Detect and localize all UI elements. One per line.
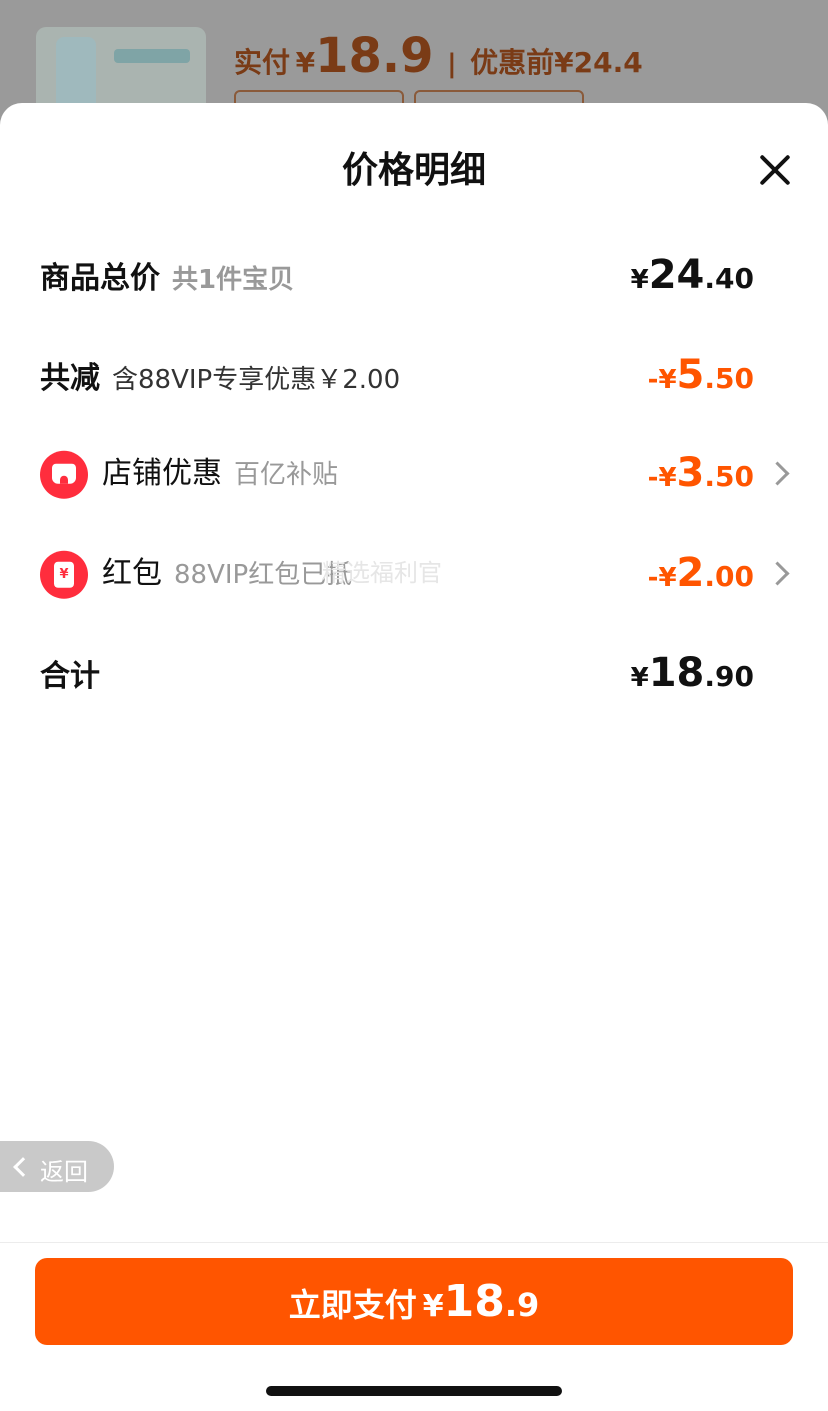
row-shop-discount[interactable]: 店铺优惠 百亿补贴 -¥3.50 xyxy=(40,443,790,503)
divider xyxy=(0,1242,828,1243)
red-packet-label: 红包 xyxy=(102,555,162,591)
discount-amount: -¥5.50 xyxy=(647,352,754,398)
shop-discount-amount: -¥3.50 xyxy=(647,450,754,496)
vip-discount-note: 含88VIP专享优惠￥2.00 xyxy=(112,365,401,395)
pay-now-button[interactable]: 立即支付 ¥18.9 xyxy=(35,1258,793,1345)
back-button[interactable]: 返回 xyxy=(0,1141,114,1192)
shop-icon xyxy=(40,450,88,499)
sheet-title: 价格明细 xyxy=(341,150,486,191)
red-packet-icon: ¥ xyxy=(40,550,88,599)
shop-discount-label: 店铺优惠 xyxy=(102,455,222,491)
background-price: 实付 ¥18.9 | 优惠前¥24.4 xyxy=(234,28,643,84)
chevron-right-icon xyxy=(765,461,790,486)
sum-amount: ¥18.90 xyxy=(630,650,754,696)
discount-label: 共减 xyxy=(40,361,100,396)
chevron-left-icon xyxy=(13,1157,33,1177)
row-sum: 合计 ¥18.90 xyxy=(40,643,790,703)
chevron-right-icon xyxy=(765,561,790,586)
home-indicator[interactable] xyxy=(266,1386,562,1396)
sum-label: 合计 xyxy=(40,659,100,694)
goods-count: 共1件宝贝 xyxy=(172,265,295,295)
price-detail-sheet: 价格明细 商品总价 共1件宝贝 ¥24.40 共减 含88VIP专享优惠￥2.00 … xyxy=(0,103,828,1411)
row-goods-total: 商品总价 共1件宝贝 ¥24.40 xyxy=(40,245,790,305)
row-total-discount: 共减 含88VIP专享优惠￥2.00 -¥5.50 xyxy=(40,345,790,405)
watermark-text: 精选福利官 xyxy=(322,559,442,587)
close-icon[interactable] xyxy=(758,153,792,187)
back-label: 返回 xyxy=(40,1158,88,1186)
red-packet-amount: -¥2.00 xyxy=(647,550,754,596)
shop-discount-note: 百亿补贴 xyxy=(234,459,339,490)
goods-total-label: 商品总价 xyxy=(40,261,160,296)
goods-total-amount: ¥24.40 xyxy=(630,252,754,298)
